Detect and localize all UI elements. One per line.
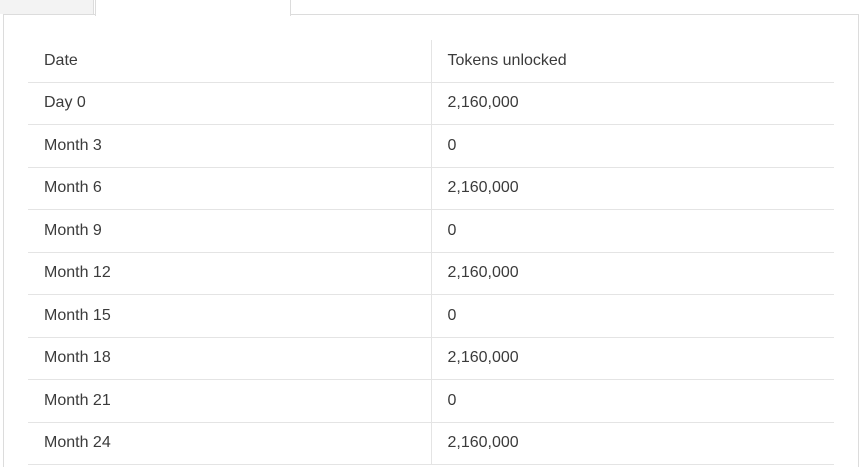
cell-date: Day 0 bbox=[28, 82, 432, 125]
table-row: Month 15 0 bbox=[28, 294, 834, 338]
cell-tokens: 2,160,000 bbox=[431, 82, 834, 125]
table-row: Month 18 2,160,000 bbox=[28, 337, 834, 380]
cell-tokens: 2,160,000 bbox=[431, 337, 834, 380]
tab-previous[interactable] bbox=[0, 0, 94, 14]
vesting-schedule-page: Date Tokens unlocked Day 0 2,160,000 Mon… bbox=[0, 0, 865, 467]
column-header-date: Date bbox=[28, 40, 432, 83]
table-row: Month 24 2,160,000 bbox=[28, 422, 834, 465]
unlock-schedule-table: Date Tokens unlocked Day 0 2,160,000 Mon… bbox=[28, 40, 834, 465]
cell-date: Month 21 bbox=[28, 379, 432, 423]
table-row: Month 3 0 bbox=[28, 124, 834, 168]
cell-date: Month 18 bbox=[28, 337, 432, 380]
cell-tokens: 2,160,000 bbox=[431, 167, 834, 210]
tab-strip bbox=[0, 0, 865, 16]
cell-date: Month 6 bbox=[28, 167, 432, 210]
cell-tokens: 2,160,000 bbox=[431, 252, 834, 295]
cell-tokens: 2,160,000 bbox=[431, 422, 834, 465]
cell-date: Month 12 bbox=[28, 252, 432, 295]
tab-active[interactable] bbox=[95, 0, 291, 16]
cell-tokens: 0 bbox=[431, 209, 834, 253]
table-row: Day 0 2,160,000 bbox=[28, 82, 834, 125]
cell-date: Month 24 bbox=[28, 422, 432, 465]
cell-date: Month 15 bbox=[28, 294, 432, 338]
table-row: Month 12 2,160,000 bbox=[28, 252, 834, 295]
cell-tokens: 0 bbox=[431, 294, 834, 338]
cell-date: Month 9 bbox=[28, 209, 432, 253]
table-row: Month 9 0 bbox=[28, 209, 834, 253]
cell-date: Month 3 bbox=[28, 124, 432, 168]
table-header-row: Date Tokens unlocked bbox=[28, 40, 834, 83]
cell-tokens: 0 bbox=[431, 379, 834, 423]
column-header-tokens-unlocked: Tokens unlocked bbox=[431, 40, 834, 83]
cell-tokens: 0 bbox=[431, 124, 834, 168]
table-row: Month 21 0 bbox=[28, 379, 834, 423]
table-row: Month 6 2,160,000 bbox=[28, 167, 834, 210]
